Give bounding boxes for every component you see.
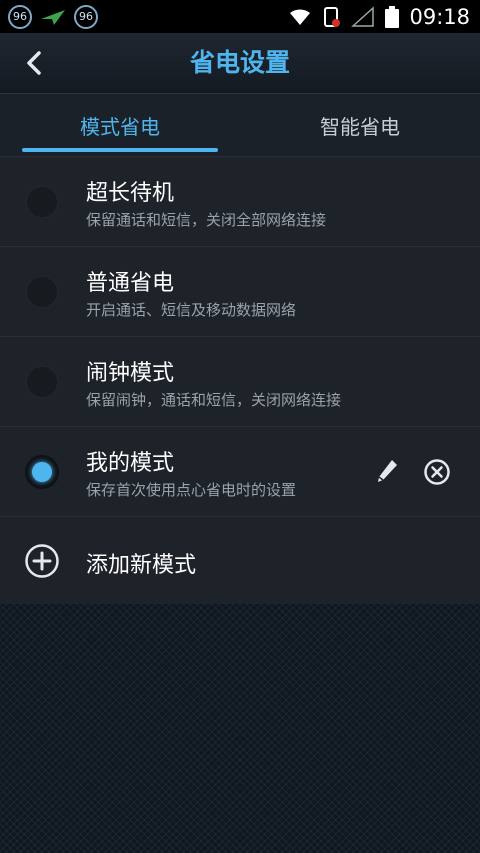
mode-radio[interactable] xyxy=(25,185,59,219)
mode-title: 普通省电 xyxy=(86,271,175,296)
add-mode-row[interactable]: 添加新模式 xyxy=(0,516,480,604)
status-bar: 96 96 09:18 xyxy=(0,0,480,33)
mode-description: 开启通话、短信及移动数据网络 xyxy=(86,301,297,319)
paper-plane-icon xyxy=(41,9,65,25)
notification-badge-96-alt: 96 xyxy=(74,4,98,29)
plus-circle-icon xyxy=(25,544,59,578)
mode-description: 保存首次使用点心省电时的设置 xyxy=(86,481,297,499)
tab-smart-saving[interactable]: 智能省电 xyxy=(240,94,480,156)
close-circle-icon xyxy=(424,459,450,485)
mode-title: 超长待机 xyxy=(86,181,175,206)
list-item-ultra-standby[interactable]: 超长待机 保留通话和短信，关闭全部网络连接 xyxy=(0,156,480,246)
list-item-normal-saving[interactable]: 普通省电 开启通话、短信及移动数据网络 xyxy=(0,246,480,336)
notification-badge-96: 96 xyxy=(8,4,32,29)
mode-title: 闹钟模式 xyxy=(86,361,175,386)
tab-mode-saving-label: 模式省电 xyxy=(80,114,160,139)
mode-radio-selected[interactable] xyxy=(25,455,59,489)
wifi-icon xyxy=(290,8,311,25)
signal-icon xyxy=(351,5,375,27)
list-item-alarm-mode[interactable]: 闹钟模式 保留闹钟，通话和短信，关闭网络连接 xyxy=(0,336,480,426)
add-mode-label: 添加新模式 xyxy=(86,553,197,578)
background-texture xyxy=(0,604,480,853)
mode-description: 保留通话和短信，关闭全部网络连接 xyxy=(86,211,327,229)
mode-radio[interactable] xyxy=(25,275,59,309)
battery-alert-icon xyxy=(324,6,341,27)
mode-description: 保留闹钟，通话和短信，关闭网络连接 xyxy=(86,391,342,409)
clock: 09:18 xyxy=(409,4,470,29)
mode-list: 超长待机 保留通话和短信，关闭全部网络连接 普通省电 开启通话、短信及移动数据网… xyxy=(0,156,480,604)
mode-title: 我的模式 xyxy=(86,451,175,476)
battery-icon xyxy=(385,5,400,28)
tab-mode-saving[interactable]: 模式省电 xyxy=(0,94,240,156)
list-item-my-mode[interactable]: 我的模式 保存首次使用点心省电时的设置 xyxy=(0,426,480,516)
mode-radio[interactable] xyxy=(25,365,59,399)
tab-bar: 模式省电 智能省电 xyxy=(0,94,480,156)
tab-smart-saving-label: 智能省电 xyxy=(320,114,400,139)
edit-mode-button[interactable] xyxy=(370,455,404,489)
delete-mode-button[interactable] xyxy=(420,455,454,489)
active-tab-indicator xyxy=(22,148,218,152)
app-header: 省电设置 xyxy=(0,33,480,94)
pencil-icon xyxy=(378,460,397,482)
page-title: 省电设置 xyxy=(189,48,290,77)
